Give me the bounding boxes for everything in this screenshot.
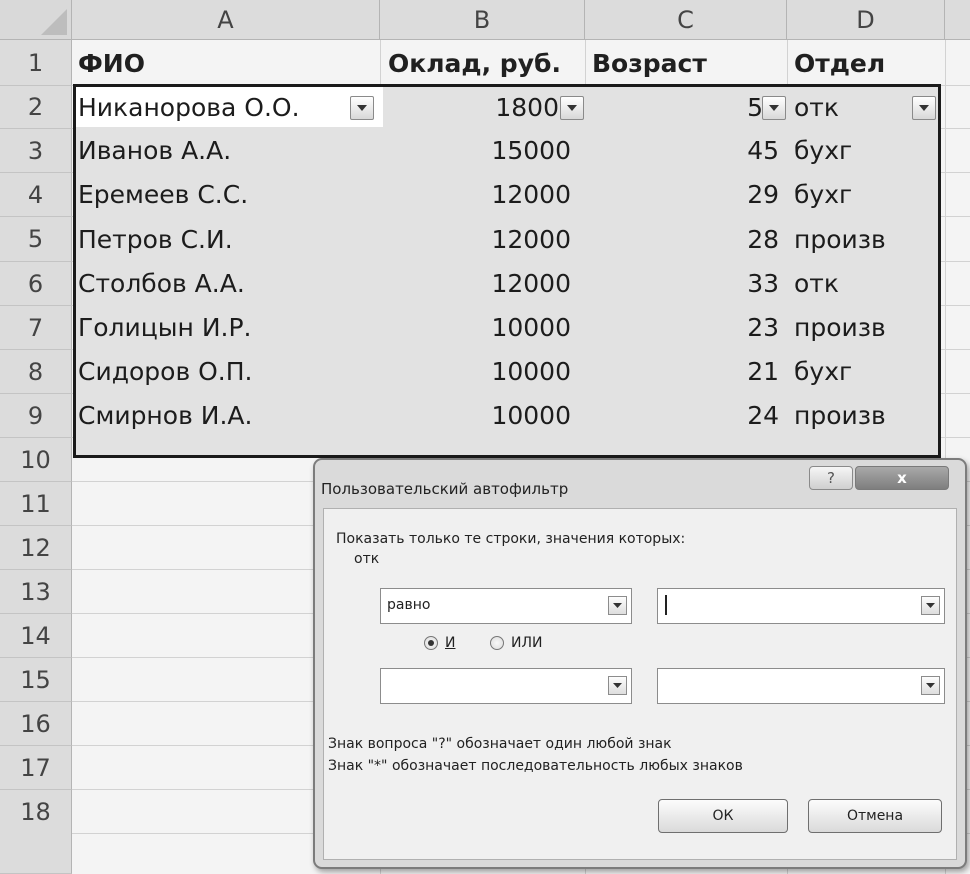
filter-dropdown-icon[interactable] [350, 96, 374, 120]
close-icon: x [897, 469, 907, 487]
cell-d1[interactable]: Отдел [791, 42, 941, 85]
filter-dropdown-icon[interactable] [912, 96, 936, 120]
hint-question-mark: Знак вопроса "?" обозначает один любой з… [328, 736, 672, 752]
cell-fio[interactable]: Столбов А.А. [78, 262, 378, 305]
operator-select-2[interactable] [380, 668, 632, 704]
row-header-1[interactable]: 1 [0, 40, 72, 86]
column-header-b[interactable]: B [380, 0, 585, 40]
row-header-7[interactable]: 7 [0, 306, 72, 350]
operator-value: равно [387, 597, 431, 613]
row-header-11[interactable]: 11 [0, 482, 72, 526]
cell-salary[interactable]: 10000 [383, 306, 581, 349]
hint-asterisk: Знак "*" обозначает последовательность л… [328, 758, 743, 774]
cell-fio[interactable]: Смирнов И.А. [78, 394, 378, 437]
cell-dept[interactable]: отк [791, 262, 941, 305]
filter-dropdown-icon[interactable] [560, 96, 584, 120]
row-header-16[interactable]: 16 [0, 702, 72, 746]
operator-select-1[interactable]: равно [380, 588, 632, 624]
cell-age[interactable]: 24 [588, 394, 783, 437]
row-header-3[interactable]: 3 [0, 129, 72, 173]
chevron-down-icon[interactable] [921, 676, 940, 695]
dialog-title: Пользовательский автофильтр [321, 480, 569, 498]
cell-b1[interactable]: Оклад, руб. [388, 42, 583, 85]
chevron-down-icon[interactable] [921, 596, 940, 615]
radio-selected-icon [424, 636, 438, 650]
row-header-9[interactable]: 9 [0, 394, 72, 438]
cell-salary[interactable]: 10000 [383, 394, 581, 437]
cell-age[interactable]: 5 [588, 86, 783, 129]
cell-age[interactable]: 29 [588, 173, 783, 216]
column-header-e[interactable] [945, 0, 970, 40]
filter-dropdown-icon[interactable] [762, 96, 786, 120]
row-header-5[interactable]: 5 [0, 217, 72, 262]
cell-fio[interactable]: Никанорова О.О. [78, 86, 378, 129]
custom-autofilter-dialog: Пользовательский автофильтр ? x Показать… [313, 458, 967, 869]
cell-dept[interactable]: бухг [791, 129, 941, 172]
cell-fio[interactable]: Еремеев С.С. [78, 173, 378, 216]
cell-fio[interactable]: Голицын И.Р. [78, 306, 378, 349]
cell-age[interactable]: 23 [588, 306, 783, 349]
question-icon: ? [827, 469, 835, 487]
cell-age[interactable]: 33 [588, 262, 783, 305]
cell-salary[interactable]: 12000 [383, 262, 581, 305]
cell-dept[interactable]: произв [791, 218, 941, 261]
row-header-15[interactable]: 15 [0, 658, 72, 702]
row-header-2[interactable]: 2 [0, 86, 72, 129]
help-button[interactable]: ? [809, 466, 853, 490]
chevron-down-icon[interactable] [608, 596, 627, 615]
radio-or[interactable]: ИЛИ [490, 635, 542, 651]
dialog-body: Показать только те строки, значения кото… [323, 508, 957, 860]
chevron-down-icon[interactable] [608, 676, 627, 695]
cell-age[interactable]: 45 [588, 129, 783, 172]
cancel-button[interactable]: Отмена [808, 799, 942, 833]
field-name: отк [354, 551, 380, 567]
row-header-18[interactable]: 18 [0, 790, 72, 874]
value-input-1[interactable] [657, 588, 945, 624]
cell-dept[interactable]: бухг [791, 173, 941, 216]
row-header-14[interactable]: 14 [0, 614, 72, 658]
radio-and-label: И [445, 635, 456, 651]
text-cursor [665, 595, 667, 615]
cell-salary[interactable]: 12000 [383, 173, 581, 216]
radio-or-label: ИЛИ [511, 635, 543, 651]
filter-prompt: Показать только те строки, значения кото… [336, 531, 686, 547]
row-header-8[interactable]: 8 [0, 350, 72, 394]
value-input-2[interactable] [657, 668, 945, 704]
cell-fio[interactable]: Петров С.И. [78, 218, 378, 261]
close-button[interactable]: x [855, 466, 949, 490]
cell-a1[interactable]: ФИО [78, 42, 378, 85]
column-header-d[interactable]: D [787, 0, 945, 40]
radio-unselected-icon [490, 636, 504, 650]
row-header-13[interactable]: 13 [0, 570, 72, 614]
cell-fio[interactable]: Иванов А.А. [78, 129, 378, 172]
ok-button[interactable]: ОК [658, 799, 788, 833]
cell-salary[interactable]: 1800 [383, 86, 581, 129]
cell-fio[interactable]: Сидоров О.П. [78, 350, 378, 393]
row-header-4[interactable]: 4 [0, 173, 72, 217]
cell-dept[interactable]: произв [791, 306, 941, 349]
radio-and[interactable]: И [424, 635, 455, 651]
cell-salary[interactable]: 10000 [383, 350, 581, 393]
cell-c1[interactable]: Возраст [592, 42, 782, 85]
cell-salary[interactable]: 12000 [383, 218, 581, 261]
row-header-17[interactable]: 17 [0, 746, 72, 790]
cell-dept[interactable]: бухг [791, 350, 941, 393]
cell-salary[interactable]: 15000 [383, 129, 581, 172]
cell-age[interactable]: 21 [588, 350, 783, 393]
cell-age[interactable]: 28 [588, 218, 783, 261]
row-header-10[interactable]: 10 [0, 438, 72, 482]
column-header-a[interactable]: A [72, 0, 380, 40]
column-header-c[interactable]: C [585, 0, 787, 40]
select-all-corner[interactable] [0, 0, 72, 40]
cell-dept[interactable]: произв [791, 394, 941, 437]
row-header-6[interactable]: 6 [0, 262, 72, 306]
row-header-12[interactable]: 12 [0, 526, 72, 570]
